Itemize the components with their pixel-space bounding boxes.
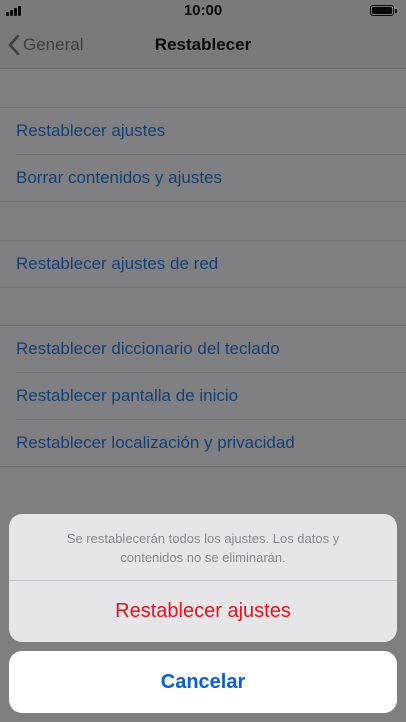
group-divider xyxy=(0,287,406,288)
action-sheet-message: Se restablecerán todos los ajustes. Los … xyxy=(66,531,340,565)
list-item-reset-location-privacy[interactable]: Restablecer localización y privacidad xyxy=(0,420,406,466)
page-title: Restablecer xyxy=(154,35,252,54)
status-time: 10:00 xyxy=(183,2,223,19)
confirm-reset-button[interactable]: Restablecer ajustes xyxy=(9,581,397,642)
battery-level-fill xyxy=(372,7,392,14)
list-item-reset-home-screen[interactable]: Restablecer pantalla de inicio xyxy=(0,373,406,419)
cancel-button[interactable]: Cancelar xyxy=(9,651,397,713)
action-sheet: Se restablecerán todos los ajustes. Los … xyxy=(9,514,397,642)
navigation-bar: General Restablecer xyxy=(0,22,406,69)
list-item-reset-keyboard-dictionary[interactable]: Restablecer diccionario del teclado xyxy=(0,326,406,372)
group-divider xyxy=(0,201,406,202)
list-item-reset-network[interactable]: Restablecer ajustes de red xyxy=(0,241,406,287)
status-bar: 10:00 xyxy=(0,0,406,22)
battery-icon xyxy=(370,5,397,16)
list-item-reset-settings[interactable]: Restablecer ajustes xyxy=(0,108,406,154)
list-item-erase-content[interactable]: Borrar contenidos y ajustes xyxy=(0,155,406,201)
group-divider xyxy=(0,466,406,467)
